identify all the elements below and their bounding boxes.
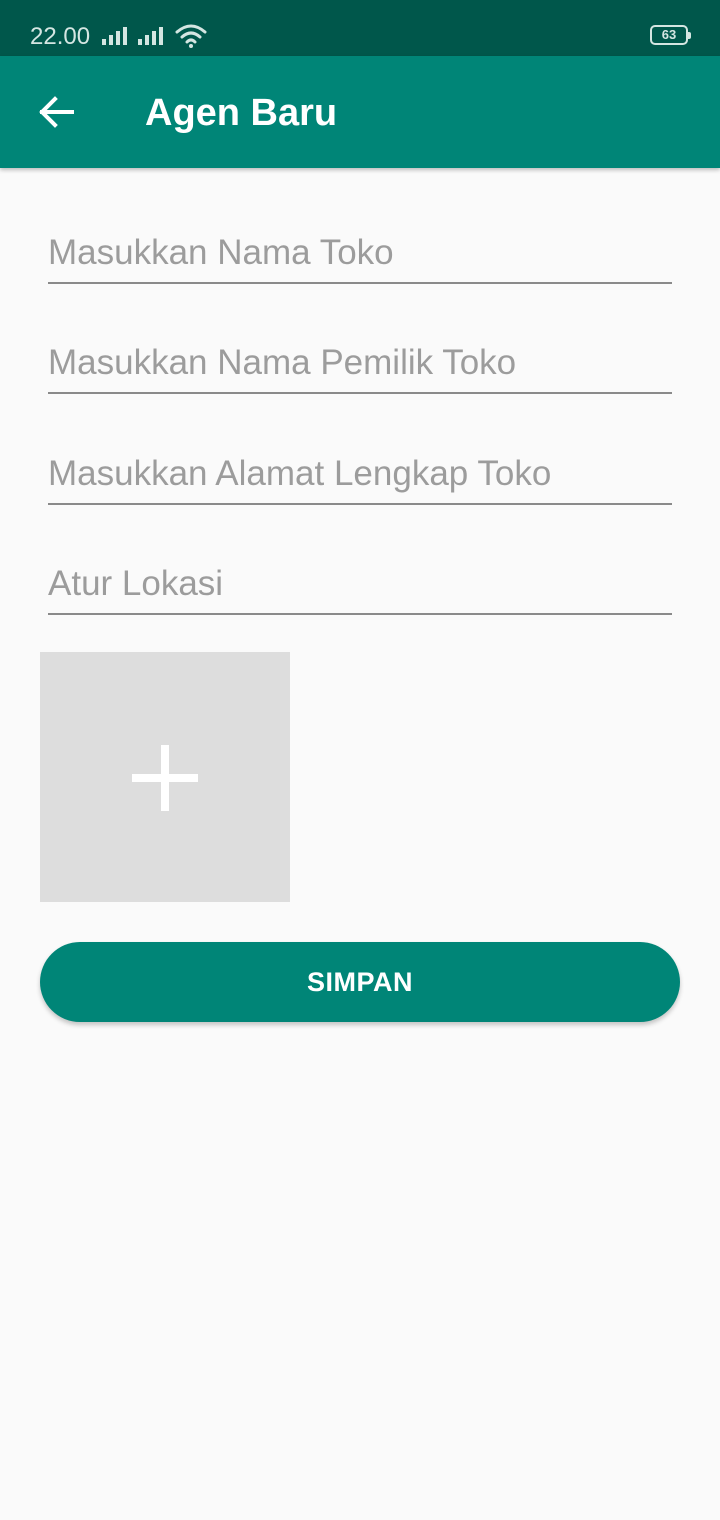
status-time: 22.00 [30, 23, 91, 50]
status-bar: 22.00 63 [0, 0, 720, 56]
battery-level: 63 [661, 27, 677, 42]
plus-icon [132, 745, 198, 811]
back-button[interactable] [24, 80, 88, 144]
signal-icon [138, 27, 163, 45]
signal-icon [102, 27, 127, 45]
shop-name-input[interactable] [48, 224, 672, 284]
shop-address-input[interactable] [48, 445, 672, 505]
shop-owner-name-input[interactable] [48, 334, 672, 394]
wifi-icon [175, 24, 207, 48]
arrow-back-icon [39, 96, 74, 128]
page-title: Agen Baru [145, 92, 338, 134]
app-bar: Agen Baru [0, 56, 720, 168]
battery-icon: 63 [650, 25, 691, 45]
location-input[interactable] [48, 555, 672, 615]
save-button[interactable]: SIMPAN [40, 942, 680, 1022]
